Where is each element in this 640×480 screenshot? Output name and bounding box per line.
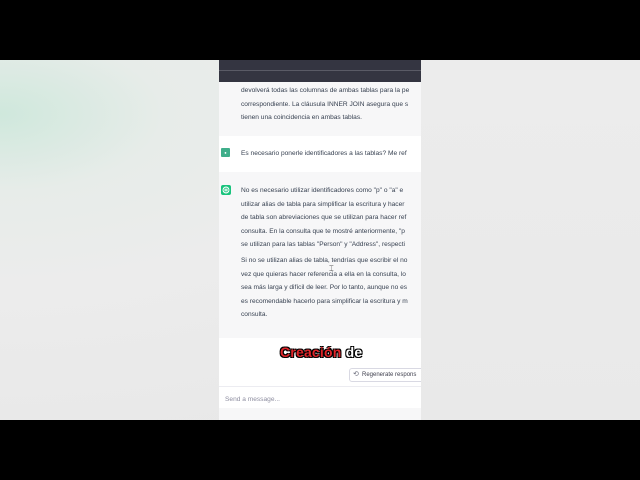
message-composer: [219, 386, 421, 408]
assistant-message-2-paragraph-1: No es necesario utilizar identificadores…: [241, 184, 421, 252]
message-line: de tabla son abreviaciones que se utiliz…: [241, 214, 407, 221]
message-line: tienen una coincidencia en ambas tablas.: [241, 114, 362, 121]
top-bar: [219, 60, 421, 82]
bottom-strip: [219, 408, 421, 420]
letterbox-bottom: [0, 420, 640, 480]
assistant-message-1: devolverá todas las columnas de ambas ta…: [219, 82, 421, 136]
message-line: utilizar alias de tabla para simplificar…: [241, 200, 405, 208]
message-line: devolverá todas las columnas de ambas ta…: [241, 87, 410, 94]
user-message-text: Es necesario ponerle identificadores a l…: [241, 150, 407, 157]
refresh-icon: ⟲: [353, 371, 359, 378]
message-line: No es necesario utilizar identificadores…: [241, 187, 404, 194]
assistant-logo-icon: [221, 185, 231, 195]
message-line: correspondiente. La cláusula INNER JOIN …: [241, 100, 409, 108]
regenerate-response-button[interactable]: ⟲ Regenerate respons: [349, 368, 421, 382]
regenerate-label: Regenerate respons: [362, 372, 417, 378]
top-bar-divider: [219, 70, 421, 71]
caption-word-2: de: [345, 344, 363, 360]
assistant-message-2: No es necesario utilizar identificadores…: [219, 172, 421, 338]
mouse-cursor-icon: ⌶: [329, 264, 334, 273]
letterbox-top: [0, 0, 640, 60]
message-line: es recomendable hacerlo para simplificar…: [241, 297, 408, 305]
message-line: consulta. En la consulta que te mostré a…: [241, 227, 405, 235]
user-message: ● Es necesario ponerle identificadores a…: [219, 136, 421, 172]
message-line: se utilizan para las tablas "Person" y "…: [241, 241, 406, 248]
message-input[interactable]: [225, 392, 421, 406]
chat-screen: devolverá todas las columnas de ambas ta…: [219, 60, 421, 420]
blurred-backdrop-right: [421, 60, 640, 420]
assistant-message-1-text: devolverá todas las columnas de ambas ta…: [241, 84, 421, 125]
caption-word-1: Creación: [280, 344, 342, 360]
message-line: sea más larga y difícil de leer. Por lo …: [241, 284, 408, 291]
message-line: consulta.: [241, 311, 268, 318]
video-caption: Creación de: [280, 344, 362, 360]
user-avatar-icon: ●: [221, 148, 230, 157]
